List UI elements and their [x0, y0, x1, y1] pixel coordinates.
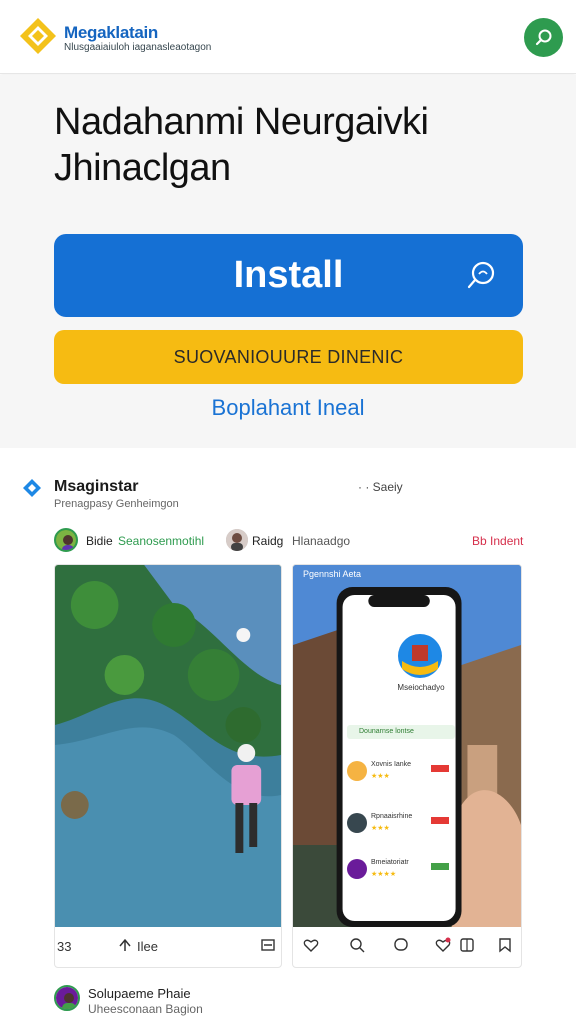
page-title: Nadahanmi Neurgaivki Jhinaclgan	[54, 99, 534, 191]
list-badge	[431, 765, 449, 772]
search-icon	[535, 29, 551, 45]
bottom-user-sub: Uheesconaan Bagion	[88, 1002, 203, 1016]
feed-brand[interactable]: Msaginstar	[54, 478, 138, 496]
user-name[interactable]: Raidg	[252, 534, 283, 548]
install-button-label: Install	[233, 254, 344, 296]
post-card-left[interactable]: 33 Ilee	[54, 564, 282, 968]
user-tag[interactable]: Seanosenmotihl	[118, 534, 204, 548]
list-badge	[431, 817, 449, 824]
phone-green-banner: Dounarnse lontse	[347, 725, 455, 739]
phone-list-item: Xovnis Ianke ★★★	[347, 757, 455, 787]
list-item-name: Bmeiatoriatr	[371, 859, 409, 866]
top-header: Megaklatain Nlusgaaiaiuloh iaganasleaota…	[0, 0, 576, 74]
list-avatar-icon	[347, 813, 367, 833]
rating-stars-icon: ★★★	[371, 825, 390, 832]
list-item-name: Rpnaaisrhine	[371, 813, 413, 820]
title-line-1: Nadahanmi Neurgaivki	[54, 101, 429, 143]
bookmark-icon[interactable]	[261, 938, 275, 952]
share-icon[interactable]	[117, 937, 133, 953]
search-button[interactable]	[524, 18, 563, 57]
like-count: 33	[57, 939, 72, 954]
list-avatar-icon	[347, 859, 367, 879]
phone-status: Pgennshi Aeta	[303, 569, 362, 579]
share-label[interactable]: Ilee	[137, 939, 158, 954]
bookmark-icon[interactable]	[497, 937, 513, 953]
feed-section: Msaginstar Prenagpasy Genheimgon · · Sae…	[0, 448, 576, 1024]
grid-icon[interactable]	[459, 937, 475, 953]
avatar[interactable]	[226, 529, 248, 551]
diamond-logo-icon[interactable]	[18, 16, 58, 56]
brand-tagline: Nlusgaaiaiuloh iaganasleaotagon	[64, 42, 212, 53]
title-line-2: Jhinaclgan	[54, 147, 231, 189]
search-chat-icon	[467, 261, 495, 289]
avatar-image	[56, 987, 78, 1009]
indent-link[interactable]: Bb Indent	[472, 534, 523, 548]
feed-subtitle: Prenagpasy Genheimgon	[54, 498, 179, 510]
notification-icon[interactable]	[435, 937, 451, 953]
profile-avatar-icon	[398, 634, 442, 678]
brand-name[interactable]: Megaklatain	[64, 23, 158, 43]
app-page: Megaklatain Nlusgaaiaiuloh iaganasleaota…	[0, 0, 576, 1024]
bottom-user-name[interactable]: Solupaeme Phaie	[88, 986, 191, 1001]
list-avatar-icon	[347, 761, 367, 781]
avatar-image	[56, 530, 76, 550]
feed-logo-icon	[23, 479, 41, 497]
search-icon[interactable]	[349, 937, 365, 953]
phone-list-item: Bmeiatoriatr ★★★★	[347, 855, 455, 885]
heart-icon[interactable]	[303, 937, 319, 953]
hero-section: Nadahanmi Neurgaivki Jhinaclgan Install …	[0, 75, 576, 448]
user-name[interactable]: Bidie	[86, 534, 113, 548]
secondary-button[interactable]: SUOVANIOUURE DINENIC	[54, 330, 523, 384]
list-badge	[431, 863, 449, 870]
avatar[interactable]	[54, 985, 80, 1011]
secondary-link[interactable]: Boplahant Ineal	[0, 395, 576, 421]
phone-list-item: Rpnaaisrhine ★★★	[347, 809, 455, 839]
install-button[interactable]: Install	[54, 234, 523, 317]
aerial-photo	[55, 565, 281, 927]
rating-stars-icon: ★★★	[371, 773, 390, 780]
comment-icon[interactable]	[393, 937, 409, 953]
profile-name: Mseiochadyo	[397, 683, 445, 692]
post-card-right[interactable]: Pgennshi Aeta Mseiochadyo Dounarnse lont…	[292, 564, 522, 968]
user-tag[interactable]: Hlanaadgo	[292, 534, 350, 548]
rating-stars-icon: ★★★★	[371, 871, 397, 878]
list-item-name: Xovnis Ianke	[371, 761, 412, 768]
avatar-image	[226, 529, 248, 551]
avatar[interactable]	[54, 528, 78, 552]
feed-meta: · · Saeiy	[358, 480, 403, 494]
